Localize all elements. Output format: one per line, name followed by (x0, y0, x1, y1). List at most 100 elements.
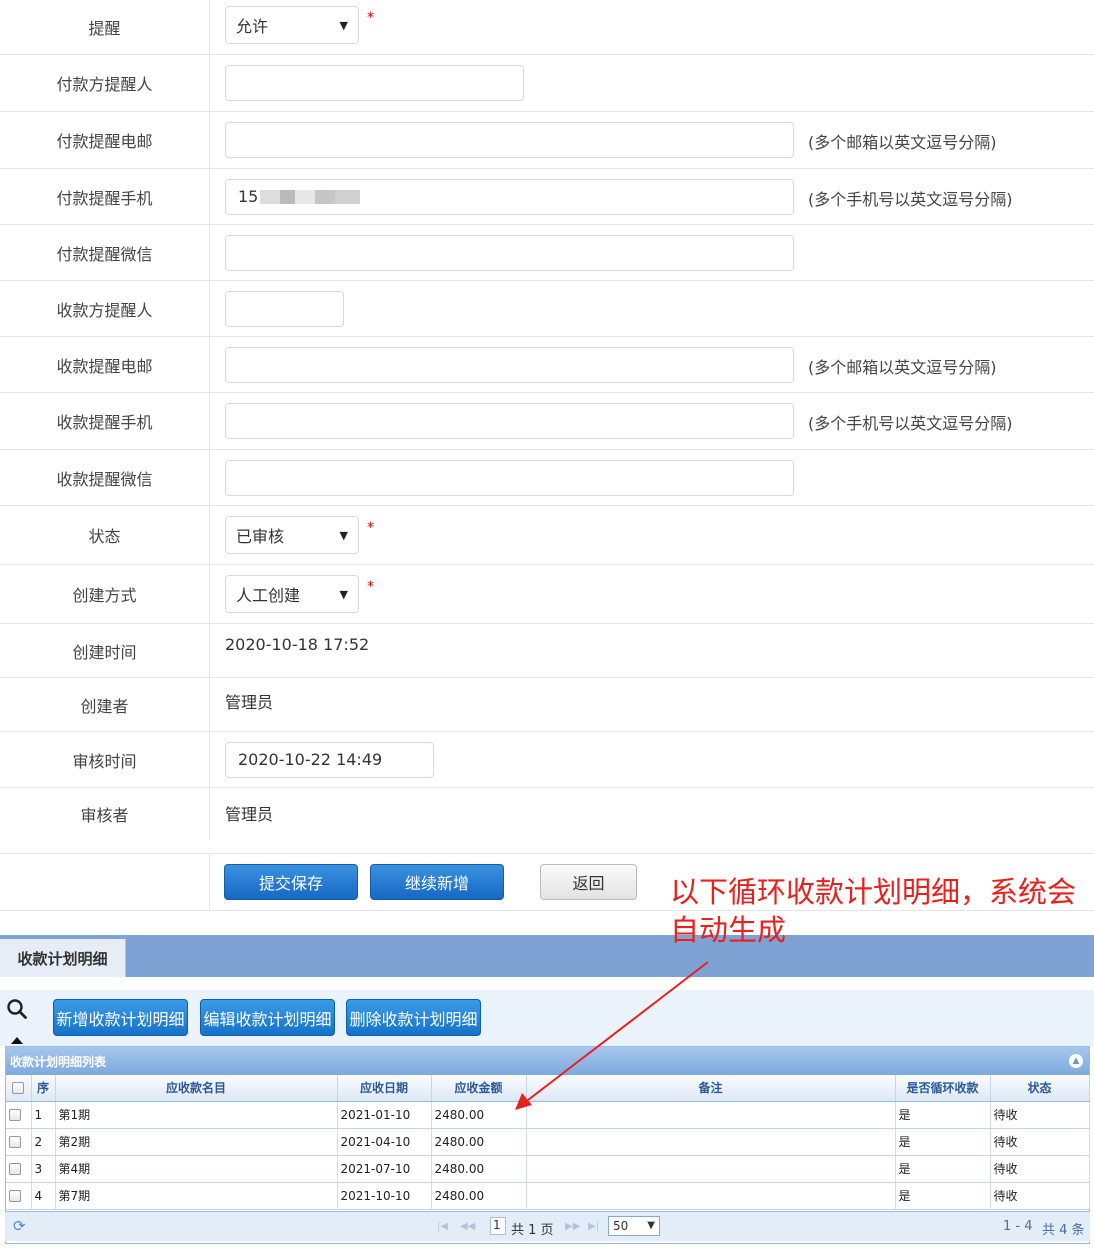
form-row-payment-wechat: 付款提醒微信 (0, 225, 1094, 281)
payment-wechat-wrap (225, 225, 794, 280)
form-row-creator: 创建者 管理员 (0, 678, 1094, 732)
chevron-down-icon: ▼ (647, 1220, 655, 1231)
row-checkbox-cell[interactable] (6, 1101, 32, 1129)
row-checkbox-cell[interactable] (6, 1155, 32, 1183)
receipt-mobile-label: 收款提醒手机 (0, 393, 210, 449)
receipt-email-label: 收款提醒电邮 (0, 337, 210, 392)
payment-email-wrap (225, 112, 794, 168)
form-row-auditor: 审核者 管理员 (0, 788, 1094, 854)
payee-reminder-person-input[interactable] (225, 290, 344, 327)
cell-amount: 2480.00 (431, 1101, 527, 1129)
row-checkbox[interactable] (9, 1136, 21, 1148)
submit-save-button[interactable]: 提交保存 (224, 864, 358, 900)
payment-email-hint: (多个邮箱以英文逗号分隔) (808, 133, 997, 152)
tab-receipt-plan-detail[interactable]: 收款计划明细 (0, 939, 126, 977)
payment-email-input[interactable] (225, 122, 794, 158)
col-header-no[interactable]: 序 (31, 1075, 56, 1102)
cell-no: 3 (31, 1155, 56, 1183)
grid-table: 序 应收款名目 应收日期 应收金额 备注 是否循环收款 状态 1 第1期 202… (6, 1075, 1090, 1210)
add-receipt-plan-button[interactable]: 新增收款计划明细 (53, 999, 188, 1036)
form-row-receipt-mobile: 收款提醒手机 (多个手机号以英文逗号分隔) (0, 393, 1094, 450)
chevron-down-icon: ▼ (339, 528, 348, 542)
creator-label: 创建者 (0, 678, 210, 731)
last-page-icon[interactable]: ▶| (588, 1221, 599, 1232)
refresh-icon[interactable]: ⟳ (13, 1217, 26, 1235)
col-header-date[interactable]: 应收日期 (337, 1075, 432, 1102)
collapse-up-icon[interactable] (10, 1030, 24, 1044)
cell-amount: 2480.00 (431, 1128, 527, 1156)
cell-status: 待收 (990, 1182, 1090, 1210)
grid-pager: ⟳ |◀ ◀◀ 1 共 1 页 ▶▶ ▶| 50 ▼ 1 - 4 共 4 条 (5, 1211, 1090, 1241)
chevron-down-icon: ▼ (339, 587, 348, 601)
record-total-text: 共 4 条 (1042, 1223, 1085, 1238)
receipt-email-wrap (225, 337, 794, 392)
form-row-receipt-wechat: 收款提醒微信 (0, 450, 1094, 506)
payer-reminder-person-input[interactable] (225, 65, 524, 101)
cell-status: 待收 (990, 1155, 1090, 1183)
row-checkbox-cell[interactable] (6, 1128, 32, 1156)
reminder-select[interactable]: 允许 ▼ (225, 6, 359, 44)
table-row[interactable]: 3 第4期 2021-07-10 2480.00 是 待收 (6, 1155, 1090, 1183)
create-method-select-value: 人工创建 (236, 586, 301, 605)
payment-mobile-wrap: 15 (225, 169, 794, 224)
form-row-payee-reminder-person: 收款方提醒人 (0, 281, 1094, 337)
create-time-value: 2020-10-18 17:52 (225, 635, 370, 654)
redacted-number (260, 189, 361, 204)
delete-receipt-plan-button[interactable]: 删除收款计划明细 (346, 999, 481, 1036)
table-row[interactable]: 2 第2期 2021-04-10 2480.00 是 待收 (6, 1128, 1090, 1156)
col-header-note[interactable]: 备注 (526, 1075, 896, 1102)
table-row[interactable]: 1 第1期 2021-01-10 2480.00 是 待收 (6, 1101, 1090, 1129)
cell-date: 2021-01-10 (337, 1101, 432, 1129)
row-checkbox[interactable] (9, 1109, 21, 1121)
next-page-icon[interactable]: ▶▶ (565, 1221, 580, 1232)
cell-note (526, 1101, 896, 1129)
prev-page-icon[interactable]: ◀◀ (460, 1221, 475, 1232)
col-header-status[interactable]: 状态 (990, 1075, 1090, 1102)
record-range-text: 1 - 4 (1003, 1219, 1033, 1234)
receipt-mobile-input[interactable] (225, 403, 794, 439)
cell-date: 2021-07-10 (337, 1155, 432, 1183)
create-method-select[interactable]: 人工创建 ▼ (225, 575, 359, 613)
select-all-checkbox[interactable] (12, 1082, 25, 1095)
row-checkbox-cell[interactable] (6, 1182, 32, 1210)
cell-name: 第1期 (55, 1101, 338, 1129)
audit-time-input[interactable]: 2020-10-22 14:49 (225, 741, 434, 778)
cell-recurring: 是 (895, 1101, 991, 1129)
page-size-select[interactable]: 50 ▼ (608, 1216, 660, 1236)
first-page-icon[interactable]: |◀ (437, 1221, 448, 1232)
col-header-amount[interactable]: 应收金额 (431, 1075, 527, 1102)
back-button[interactable]: 返回 (540, 864, 637, 900)
create-method-label: 创建方式 (0, 565, 210, 623)
cell-amount: 2480.00 (431, 1182, 527, 1210)
receipt-email-input[interactable] (225, 346, 794, 383)
payee-reminder-person-wrap (225, 281, 344, 336)
payment-mobile-input[interactable]: 15 (225, 178, 794, 215)
creator-value: 管理员 (225, 693, 274, 712)
continue-add-button[interactable]: 继续新增 (370, 864, 504, 900)
reminder-value-wrap: 允许 ▼ * (225, 6, 374, 54)
page-size-value: 50 (613, 1219, 629, 1233)
receipt-wechat-input[interactable] (225, 459, 794, 496)
cell-name: 第2期 (55, 1128, 338, 1156)
cell-date: 2021-04-10 (337, 1128, 432, 1156)
form-row-receipt-email: 收款提醒电邮 (多个邮箱以英文逗号分隔) (0, 337, 1094, 393)
creator-wrap: 管理员 (225, 678, 273, 731)
status-select[interactable]: 已审核 ▼ (225, 516, 359, 554)
select-all-checkbox-cell[interactable] (6, 1075, 32, 1102)
payment-wechat-input[interactable] (225, 234, 794, 271)
form-row-audit-time: 审核时间 2020-10-22 14:49 (0, 732, 1094, 788)
receipt-mobile-hint: (多个手机号以英文逗号分隔) (808, 414, 1013, 433)
payer-reminder-person-label: 付款方提醒人 (0, 55, 210, 111)
row-checkbox[interactable] (9, 1163, 21, 1175)
edit-receipt-plan-button[interactable]: 编辑收款计划明细 (200, 999, 335, 1036)
col-header-name[interactable]: 应收款名目 (55, 1075, 338, 1102)
page-number-input[interactable]: 1 (490, 1217, 506, 1235)
col-header-recurring[interactable]: 是否循环收款 (895, 1075, 991, 1102)
create-time-wrap: 2020-10-18 17:52 (225, 624, 369, 677)
reminder-label: 提醒 (0, 0, 210, 54)
table-row[interactable]: 4 第7期 2021-10-10 2480.00 是 待收 (6, 1182, 1090, 1210)
collapse-grid-icon[interactable]: ▲ (1069, 1054, 1083, 1068)
row-checkbox[interactable] (9, 1190, 21, 1202)
grid-title-bar: 收款计划明细列表 ▲ (6, 1047, 1089, 1075)
search-icon[interactable] (6, 998, 28, 1020)
